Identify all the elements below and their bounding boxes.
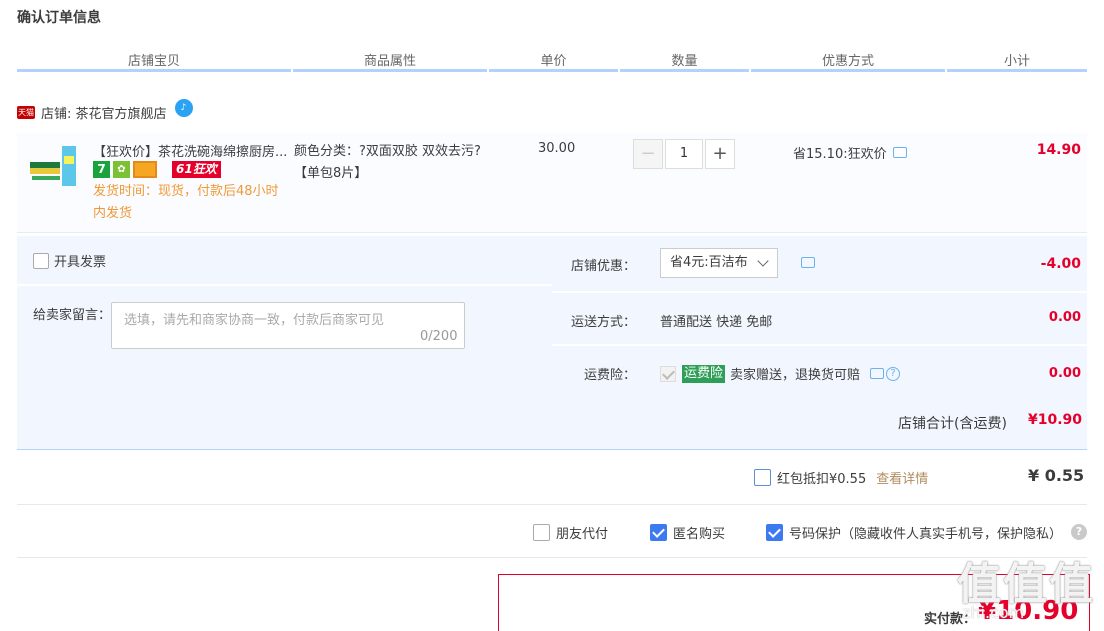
shop-row: 天猫 店铺: 茶花官方旗舰店 ♪ bbox=[17, 99, 193, 122]
item-subtotal: 14.90 bbox=[1036, 142, 1081, 158]
invoice-label: 开具发票 bbox=[54, 255, 107, 270]
comment-icon[interactable] bbox=[801, 257, 815, 268]
redpack-value: ¥ 0.55 bbox=[1028, 466, 1085, 485]
anonymous-checkbox[interactable] bbox=[650, 524, 667, 541]
message-label: 给卖家留言： bbox=[33, 308, 112, 323]
number-protect-label: 号码保护（隐藏收件人真实手机号，保护隐私） bbox=[789, 527, 1063, 542]
item-badges: 7 ✿ 61狂欢 bbox=[93, 161, 221, 178]
item-title-link[interactable]: 【狂欢价】茶花洗碗海绵擦厨房... bbox=[93, 141, 288, 160]
divider bbox=[17, 504, 1087, 505]
col-subtotal: 小计 bbox=[947, 50, 1087, 72]
quality-badge-icon: ✿ bbox=[113, 161, 130, 178]
ship-time-text: 发货时间：现货，付款后48小时内发货 bbox=[93, 184, 279, 221]
divider bbox=[17, 557, 1087, 558]
promo-61-badge: 61狂欢 bbox=[172, 161, 221, 178]
shop-name[interactable]: 店铺: 茶花官方旗舰店 bbox=[41, 103, 167, 122]
friend-pay-option[interactable]: 朋友代付 bbox=[533, 523, 608, 542]
invoice-option[interactable]: 开具发票 bbox=[33, 251, 106, 270]
shop-total-value: ¥10.90 bbox=[1028, 412, 1083, 428]
shop-discount-selected: 省4元:百洁布 bbox=[670, 255, 748, 270]
shipping-value: 普通配送 快递 免邮 bbox=[660, 315, 773, 330]
quantity-stepper: − 1 + bbox=[633, 139, 735, 169]
shop-discount-label: 店铺优惠： bbox=[570, 259, 636, 274]
insurance-text: 卖家赠送，退换货可赔 bbox=[730, 368, 861, 383]
insurance-fee: 0.00 bbox=[1048, 366, 1081, 381]
product-thumbnail[interactable] bbox=[28, 142, 82, 190]
shop-discount-value: -4.00 bbox=[1040, 256, 1081, 272]
redpack-option[interactable]: 红包抵扣¥0.55 查看详情 bbox=[754, 468, 928, 487]
col-attr: 商品属性 bbox=[293, 50, 487, 72]
insurance-label: 运费险： bbox=[583, 368, 636, 383]
friend-pay-label: 朋友代付 bbox=[556, 527, 609, 542]
wangwang-chat-icon[interactable]: ♪ bbox=[174, 99, 193, 117]
attr-color: 颜色分类：?双面双胶 双效去污? bbox=[294, 144, 481, 159]
tmall-icon: 天猫 bbox=[17, 105, 35, 119]
qty-plus-button[interactable]: + bbox=[705, 139, 735, 169]
col-qty: 数量 bbox=[620, 50, 749, 72]
number-protect-checkbox[interactable] bbox=[766, 524, 783, 541]
promo-text: 省15.10:狂欢价 bbox=[793, 147, 887, 162]
shop-total-label: 店铺合计(含运费) bbox=[898, 416, 1007, 432]
card-payment-icon bbox=[133, 161, 157, 178]
invoice-checkbox[interactable] bbox=[33, 252, 49, 269]
page-title: 确认订单信息 bbox=[17, 10, 101, 26]
qty-minus-button[interactable]: − bbox=[633, 139, 663, 169]
redpack-detail-link[interactable]: 查看详情 bbox=[876, 468, 928, 487]
insurance-tag: 运费险 bbox=[682, 364, 726, 383]
qty-input[interactable]: 1 bbox=[665, 139, 703, 169]
watermark-url: zhi.com bbox=[962, 603, 1025, 622]
comment-icon[interactable] bbox=[892, 147, 907, 158]
column-headers: 店铺宝贝 商品属性 单价 数量 优惠方式 小计 bbox=[17, 50, 1087, 72]
question-icon[interactable]: ? bbox=[886, 366, 901, 381]
chevron-down-icon bbox=[757, 255, 769, 267]
seven-day-return-icon: 7 bbox=[93, 161, 110, 178]
anonymous-option[interactable]: 匿名购买 bbox=[650, 523, 725, 542]
friend-pay-checkbox[interactable] bbox=[533, 524, 550, 541]
shipping-fee: 0.00 bbox=[1048, 310, 1081, 325]
comment-icon[interactable] bbox=[870, 368, 885, 379]
help-icon[interactable]: ? bbox=[1071, 524, 1087, 540]
shipping-label: 运送方式： bbox=[570, 315, 636, 330]
item-attributes: 颜色分类：?双面双胶 双效去污? 【单包8片】 bbox=[294, 141, 481, 185]
col-promo: 优惠方式 bbox=[751, 50, 945, 72]
col-price: 单价 bbox=[489, 50, 618, 72]
anonymous-label: 匿名购买 bbox=[673, 527, 726, 542]
item-promo: 省15.10:狂欢价 bbox=[793, 143, 907, 162]
redpack-label: 红包抵扣¥0.55 bbox=[777, 472, 867, 487]
redpack-checkbox[interactable] bbox=[754, 469, 771, 486]
message-char-count: 0/200 bbox=[420, 329, 458, 344]
insurance-row: 运费险 卖家赠送，退换货可赔 ? bbox=[660, 364, 901, 383]
message-placeholder: 选填，请先和商家协商一致，付款后商家可见 bbox=[124, 313, 385, 328]
attr-pack: 【单包8片】 bbox=[294, 166, 368, 181]
number-protect-option[interactable]: 号码保护（隐藏收件人真实手机号，保护隐私） bbox=[766, 523, 1062, 542]
insurance-checkbox bbox=[660, 365, 676, 382]
col-item: 店铺宝贝 bbox=[17, 50, 291, 72]
shop-discount-select[interactable]: 省4元:百洁布 bbox=[660, 248, 778, 278]
unit-price: 30.00 bbox=[538, 141, 576, 156]
